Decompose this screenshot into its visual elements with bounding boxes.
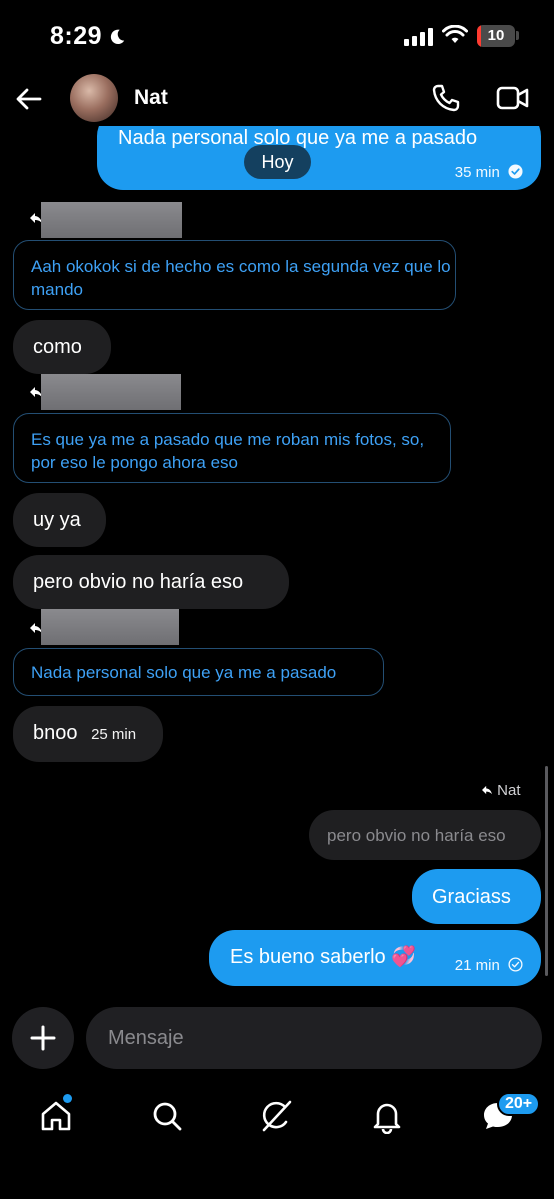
- messages-badge: 20+: [497, 1092, 541, 1116]
- video-camera-icon[interactable]: [496, 84, 530, 112]
- incoming-message[interactable]: uy ya: [13, 493, 106, 547]
- message-text: como: [33, 336, 82, 358]
- chat-thread[interactable]: Nada personal solo que ya me a pasado 35…: [0, 126, 554, 1006]
- message-text: bnoo: [33, 722, 78, 744]
- plus-button[interactable]: [12, 1007, 74, 1069]
- scrollbar[interactable]: [545, 766, 548, 976]
- message-meta: 21 min: [455, 954, 523, 978]
- quoted-message[interactable]: Aah okokok si de hecho es como la segund…: [13, 240, 456, 310]
- outgoing-message-top[interactable]: Nada personal solo que ya me a pasado 35…: [97, 126, 541, 190]
- message-text: Graciass: [432, 886, 511, 908]
- reply-to-name: Nat: [497, 782, 521, 799]
- battery-tip: [516, 31, 519, 40]
- message-time: 25 min: [91, 726, 137, 743]
- message-text: uy ya: [33, 509, 81, 531]
- message-time: 35 min: [454, 164, 500, 181]
- redacted-reply-preview: [41, 374, 181, 410]
- bottom-nav: 20+: [0, 1080, 554, 1199]
- message-meta: 35 min: [455, 161, 523, 185]
- message-text: Es bueno saberlo 💞: [230, 946, 417, 968]
- back-arrow-icon[interactable]: [14, 84, 44, 114]
- message-composer: [0, 1006, 554, 1072]
- quoted-outgoing-text: pero obvio no haría eso: [327, 826, 506, 845]
- avatar[interactable]: [70, 74, 118, 122]
- quoted-outgoing-message[interactable]: pero obvio no haría eso: [309, 810, 541, 860]
- home-notification-dot: [63, 1094, 72, 1103]
- incoming-message[interactable]: como: [13, 320, 111, 374]
- incoming-message[interactable]: bnoo 25 min: [13, 706, 163, 762]
- incoming-message[interactable]: pero obvio no haría eso: [13, 555, 289, 609]
- chat-header: Nat: [0, 70, 554, 126]
- outgoing-message[interactable]: Es bueno saberlo 💞 21 min: [209, 930, 541, 986]
- quoted-message[interactable]: Es que ya me a pasado que me roban mis f…: [13, 413, 451, 483]
- quoted-message-text: Es que ya me a pasado que me roban mis f…: [31, 430, 425, 472]
- date-pill: Hoy: [244, 145, 311, 179]
- redacted-reply-preview: [41, 202, 182, 238]
- reply-arrow-icon: [482, 785, 492, 795]
- status-time-text: 8:29: [50, 22, 103, 50]
- search-icon[interactable]: [149, 1098, 185, 1134]
- quoted-message[interactable]: Nada personal solo que ya me a pasado: [13, 648, 384, 696]
- signal-icon: [404, 28, 433, 46]
- battery-text: 10: [487, 27, 505, 44]
- plus-icon: [30, 1025, 56, 1051]
- redacted-reply-preview: [41, 609, 179, 645]
- outgoing-message[interactable]: Graciass: [412, 869, 541, 924]
- moon-icon: [110, 29, 125, 44]
- message-time: 21 min: [454, 957, 500, 974]
- grok-icon[interactable]: [259, 1098, 295, 1134]
- message-input[interactable]: [86, 1007, 542, 1069]
- check-circle-icon: [508, 164, 523, 179]
- battery-icon: 10: [477, 25, 515, 47]
- quoted-message-text: Aah okokok si de hecho es como la segund…: [31, 257, 451, 299]
- status-bar: 8:29 10: [0, 0, 554, 70]
- reply-to-label: Nat: [481, 782, 521, 799]
- status-time: 8:29: [50, 22, 126, 51]
- check-circle-icon: [508, 957, 523, 972]
- message-text: pero obvio no haría eso: [33, 571, 244, 593]
- quoted-message-text: Nada personal solo que ya me a pasado: [31, 663, 337, 682]
- wifi-icon: [442, 25, 468, 43]
- contact-name[interactable]: Nat: [134, 86, 168, 110]
- phone-icon[interactable]: [430, 82, 462, 114]
- home-icon[interactable]: [38, 1098, 74, 1134]
- bell-icon[interactable]: [369, 1098, 405, 1134]
